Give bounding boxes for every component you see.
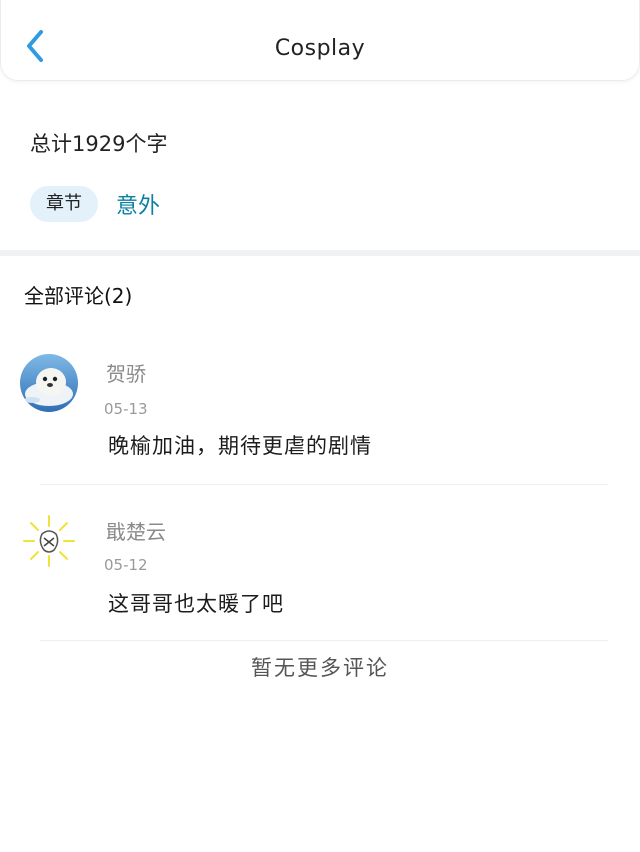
no-more-comments: 暂无更多评论 bbox=[251, 656, 389, 680]
user-avatar[interactable] bbox=[20, 512, 78, 570]
seal-avatar-icon bbox=[20, 354, 78, 412]
chapter-link[interactable]: 意外 bbox=[116, 188, 160, 220]
comment-text: 晚榆加油，期待更虐的剧情 bbox=[108, 434, 372, 458]
comment-item: 戢楚云 05-12 这哥哥也太暖了吧 bbox=[0, 508, 640, 638]
comment-date: 05-12 bbox=[104, 556, 148, 574]
comment-date: 05-13 bbox=[104, 400, 148, 418]
comment-author[interactable]: 戢楚云 bbox=[106, 516, 166, 545]
page-title: Cosplay bbox=[274, 36, 366, 61]
comment-divider bbox=[40, 640, 608, 641]
comments-heading: 全部评论(2) bbox=[24, 284, 133, 308]
comment-divider bbox=[40, 484, 608, 485]
doodle-avatar-icon bbox=[23, 515, 75, 567]
comment-item: 贺骄 05-13 晚榆加油，期待更虐的剧情 bbox=[0, 350, 640, 480]
comment-author[interactable]: 贺骄 bbox=[106, 358, 146, 387]
word-count: 总计1929个字 bbox=[30, 132, 168, 156]
chapter-tag: 章节 bbox=[30, 186, 98, 222]
chapter-row: 章节 意外 bbox=[30, 186, 160, 222]
section-divider bbox=[0, 250, 640, 256]
top-nav-bar: Cosplay bbox=[0, 0, 640, 81]
comment-text: 这哥哥也太暖了吧 bbox=[108, 592, 284, 616]
user-avatar[interactable] bbox=[20, 354, 78, 412]
